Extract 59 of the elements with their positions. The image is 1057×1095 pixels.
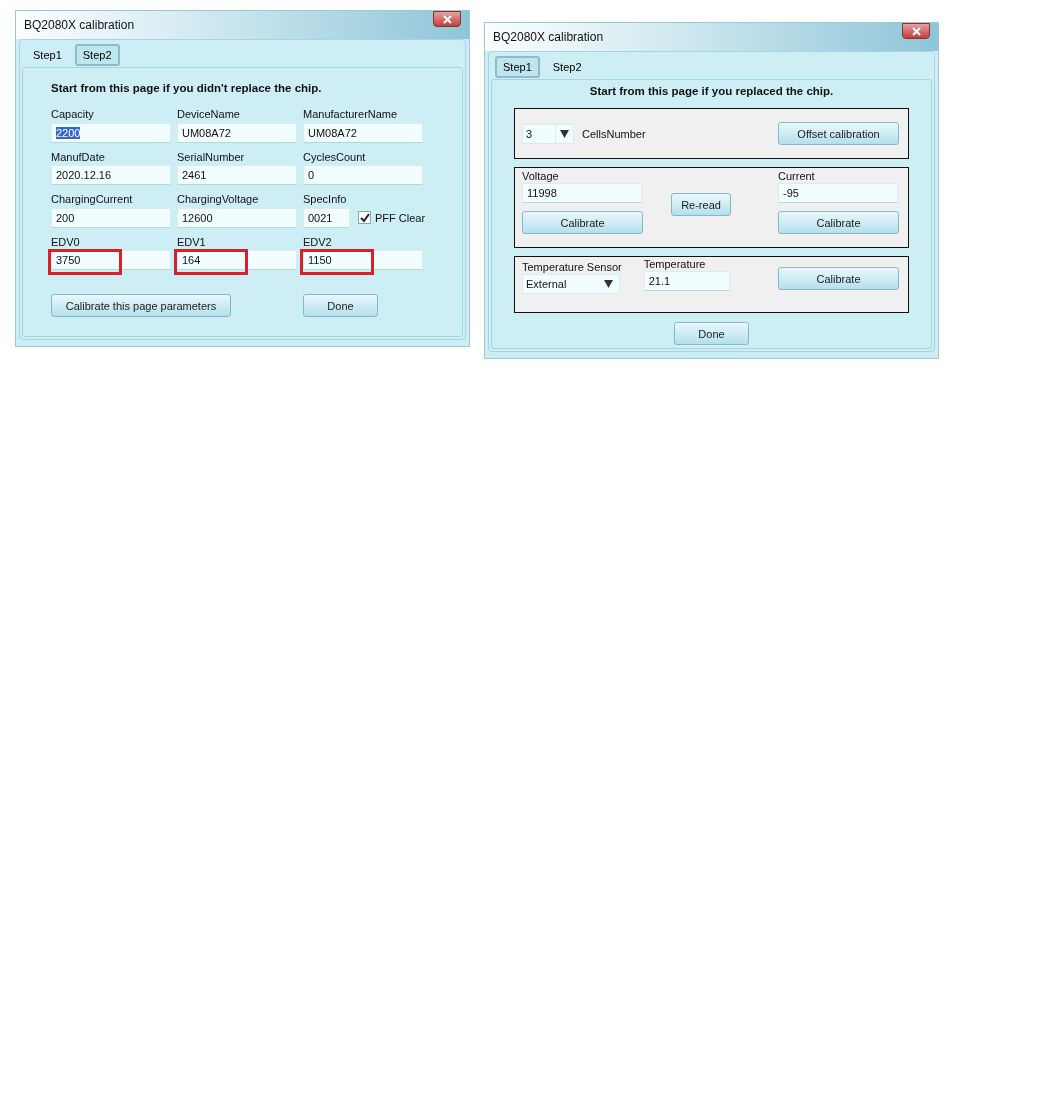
field-label: Temperature bbox=[643, 257, 707, 272]
heading: Start from this page if you didn't replace the chip. bbox=[51, 81, 323, 96]
checkbox[interactable] bbox=[358, 211, 371, 225]
text-field[interactable]: 0 bbox=[303, 165, 423, 186]
reread-button[interactable]: Re-read bbox=[671, 193, 731, 217]
field-label: DeviceName bbox=[177, 107, 240, 122]
text-field[interactable]: 200 bbox=[51, 207, 171, 228]
tab[interactable]: Step1 bbox=[26, 44, 69, 66]
field-label: SpecInfo bbox=[303, 192, 347, 207]
done-button[interactable]: Done bbox=[303, 294, 378, 318]
field-label: Voltage bbox=[522, 169, 560, 184]
text-field[interactable]: 21.1 bbox=[643, 271, 730, 292]
text-field[interactable]: -95 bbox=[778, 183, 898, 204]
window-title: BQ2080X calibration bbox=[24, 17, 135, 34]
field-label: Current bbox=[778, 169, 816, 184]
tab[interactable]: Step1 bbox=[495, 55, 540, 79]
field-label: EDV2 bbox=[303, 234, 332, 249]
field-label: Temperature Sensor bbox=[522, 260, 622, 275]
field-label: EDV0 bbox=[51, 234, 80, 249]
text-field[interactable]: 2020.12.16 bbox=[51, 165, 171, 186]
field-label: CellsNumber bbox=[582, 126, 646, 142]
field-label: ChargingCurrent bbox=[51, 192, 133, 207]
checkbox-label: PFF Clear bbox=[375, 210, 426, 226]
tab[interactable]: Step2 bbox=[545, 56, 589, 78]
text-field[interactable]: UM08A72 bbox=[303, 122, 423, 143]
calibrate-button[interactable]: Calibrate bbox=[778, 267, 899, 291]
field-label: Capacity bbox=[51, 107, 94, 122]
tab[interactable]: Step2 bbox=[74, 43, 120, 67]
calibrate-button[interactable]: Calibrate bbox=[778, 211, 899, 235]
check-icon bbox=[359, 212, 370, 223]
caret-icon bbox=[560, 129, 569, 138]
heading: Start from this page if you replaced the chip. bbox=[588, 84, 835, 99]
dropdown[interactable]: External bbox=[522, 274, 620, 295]
text-field[interactable]: 2461 bbox=[177, 165, 297, 186]
close-icon bbox=[442, 14, 452, 24]
dropdown[interactable]: 3 bbox=[522, 123, 574, 144]
text-field[interactable]: 3750 bbox=[51, 250, 171, 271]
window-title: BQ2080X calibration bbox=[493, 29, 604, 46]
done-button[interactable]: Done bbox=[674, 322, 749, 346]
field-label: SerialNumber bbox=[177, 149, 245, 164]
calibrate-button[interactable]: Calibrate bbox=[522, 211, 643, 235]
calibrate-button[interactable]: Calibrate this page parameters bbox=[51, 294, 231, 318]
offset-calibration-button[interactable]: Offset calibration bbox=[778, 122, 899, 146]
text-field[interactable]: 164 bbox=[177, 250, 297, 271]
close-icon bbox=[911, 26, 921, 36]
text-field[interactable]: 1150 bbox=[303, 250, 423, 271]
text-field[interactable]: 0021 bbox=[303, 207, 350, 228]
field-label: ManufDate bbox=[51, 149, 105, 164]
close-button[interactable] bbox=[433, 11, 461, 27]
field-label: ManufacturerName bbox=[303, 107, 398, 122]
field-label: EDV1 bbox=[177, 234, 206, 249]
caret-icon bbox=[604, 280, 613, 289]
close-button[interactable] bbox=[902, 23, 930, 39]
field-label: ChargingVoltage bbox=[177, 192, 259, 207]
text-field[interactable]: UM08A72 bbox=[177, 122, 297, 143]
text-field[interactable]: 11998 bbox=[522, 183, 642, 204]
text-field[interactable]: 2200 bbox=[51, 122, 171, 143]
field-label: CyclesCount bbox=[303, 149, 366, 164]
text-field[interactable]: 12600 bbox=[177, 207, 297, 228]
